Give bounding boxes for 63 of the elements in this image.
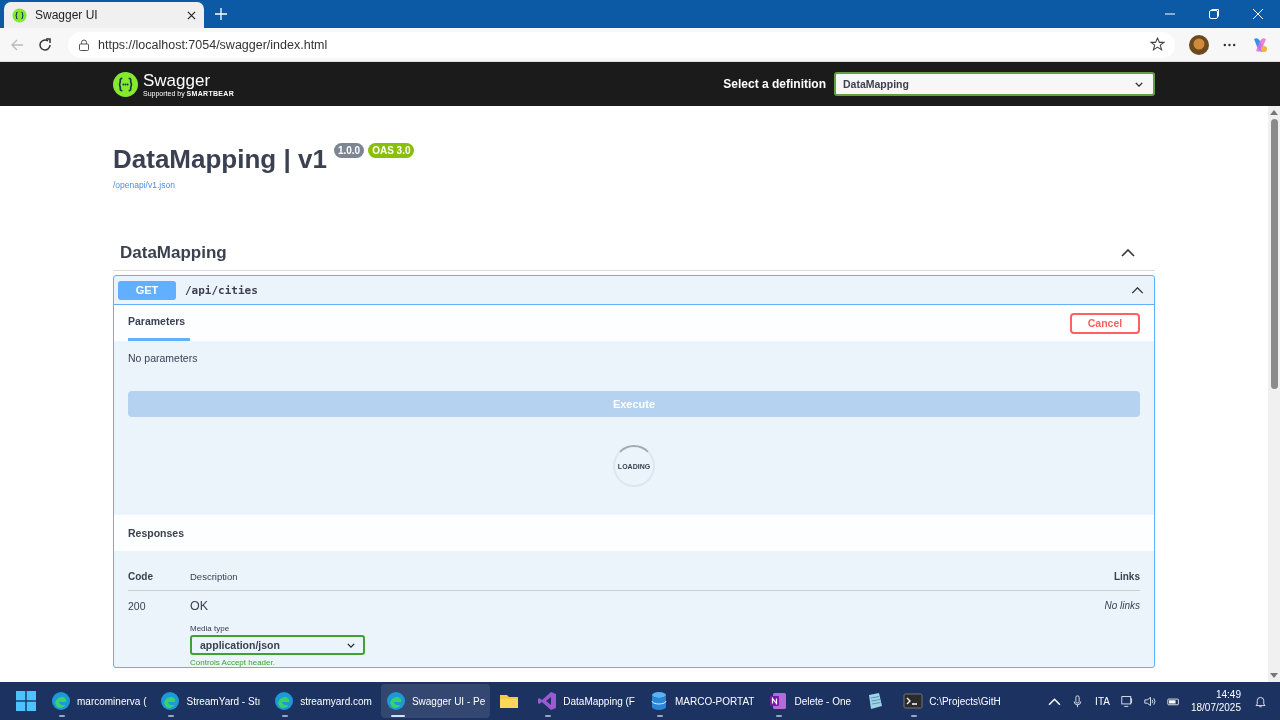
clock-date[interactable]: 18/07/2025 xyxy=(1190,701,1241,714)
close-icon[interactable] xyxy=(187,10,196,20)
address-field[interactable]: https://localhost:7054/swagger/index.html xyxy=(68,31,1175,58)
scroll-up-icon[interactable] xyxy=(1270,110,1278,115)
clock-time[interactable]: 14:49 xyxy=(1215,688,1241,701)
browser-icon xyxy=(385,691,406,711)
links-text: No links xyxy=(1103,599,1140,613)
notebook-icon xyxy=(768,691,789,711)
chevron-down-icon xyxy=(347,642,355,648)
swagger-logo-icon xyxy=(12,7,27,23)
taskbar-app[interactable]: MARCO-PORTAT xyxy=(643,684,760,718)
tag-header[interactable]: DataMapping xyxy=(113,236,1155,271)
api-title: DataMapping | v1 xyxy=(113,144,327,174)
scrollbar[interactable] xyxy=(1268,106,1280,682)
taskbar-app[interactable]: C:\Projects\GitH xyxy=(898,684,1006,718)
browser-icon xyxy=(51,691,71,711)
star-icon[interactable] xyxy=(1150,37,1165,52)
taskbar-app[interactable]: StreamYard - Stı xyxy=(155,684,266,718)
spec-link[interactable]: /openapi/v1.json xyxy=(113,180,175,190)
terminal-icon xyxy=(903,691,924,711)
method-badge: GET xyxy=(118,280,176,300)
scroll-down-icon[interactable] xyxy=(1270,673,1278,678)
definition-select[interactable]: DataMapping xyxy=(834,72,1155,96)
restore-icon[interactable] xyxy=(1209,9,1219,19)
taskbar-app[interactable]: Swagger UI - Pe xyxy=(380,684,491,718)
brand-name: Swagger xyxy=(143,71,212,89)
browser-icon xyxy=(274,691,295,711)
browser-icon xyxy=(160,691,181,711)
more-icon[interactable] xyxy=(1223,42,1236,47)
response-code: 200 xyxy=(128,599,147,614)
taskbar-app[interactable]: marcominerva ( xyxy=(46,684,152,718)
parameters-tab[interactable]: Parameters xyxy=(128,315,190,341)
responses-heading: Responses xyxy=(128,527,185,539)
network-icon[interactable] xyxy=(1120,694,1134,708)
chevron-down-icon xyxy=(1135,81,1143,87)
response-description: OK xyxy=(190,598,210,613)
media-type-select[interactable]: application/json xyxy=(190,635,365,655)
column-header: Description xyxy=(190,571,239,582)
reload-icon[interactable] xyxy=(38,37,52,52)
speaker-icon[interactable] xyxy=(1143,694,1157,708)
swagger-logo-icon xyxy=(113,71,138,97)
new-tab-icon[interactable] xyxy=(215,8,227,20)
notification-bell-icon[interactable] xyxy=(1254,694,1267,708)
chevron-icon xyxy=(1121,249,1135,257)
operation-path: /api/cities xyxy=(185,283,258,297)
avatar-icon[interactable] xyxy=(1189,34,1209,55)
column-header: Code xyxy=(128,571,154,582)
version-badge: 1.0.0 xyxy=(333,143,365,158)
oas-badge: OAS 3.0 xyxy=(368,143,415,158)
taskbar-app[interactable]: DataMapping (F xyxy=(532,684,640,718)
lock-icon xyxy=(78,38,90,51)
media-type-label: Media type xyxy=(190,624,231,633)
no-parameters-text: No parameters xyxy=(127,351,199,366)
column-header: Links xyxy=(1112,571,1140,582)
taskbar-app[interactable]: Delete - One xyxy=(763,684,857,718)
language-indicator[interactable]: ITA xyxy=(1095,695,1110,707)
browser-tab[interactable]: Swagger UI xyxy=(4,2,204,28)
taskbar-app[interactable]: streamyard.com xyxy=(269,684,377,718)
definition-label: Select a definition xyxy=(723,77,826,91)
chevron-icon xyxy=(1131,286,1144,294)
start-icon[interactable] xyxy=(16,691,36,711)
media-type-hint: Controls Accept header. xyxy=(190,658,276,667)
visual-studio-icon xyxy=(537,691,558,711)
